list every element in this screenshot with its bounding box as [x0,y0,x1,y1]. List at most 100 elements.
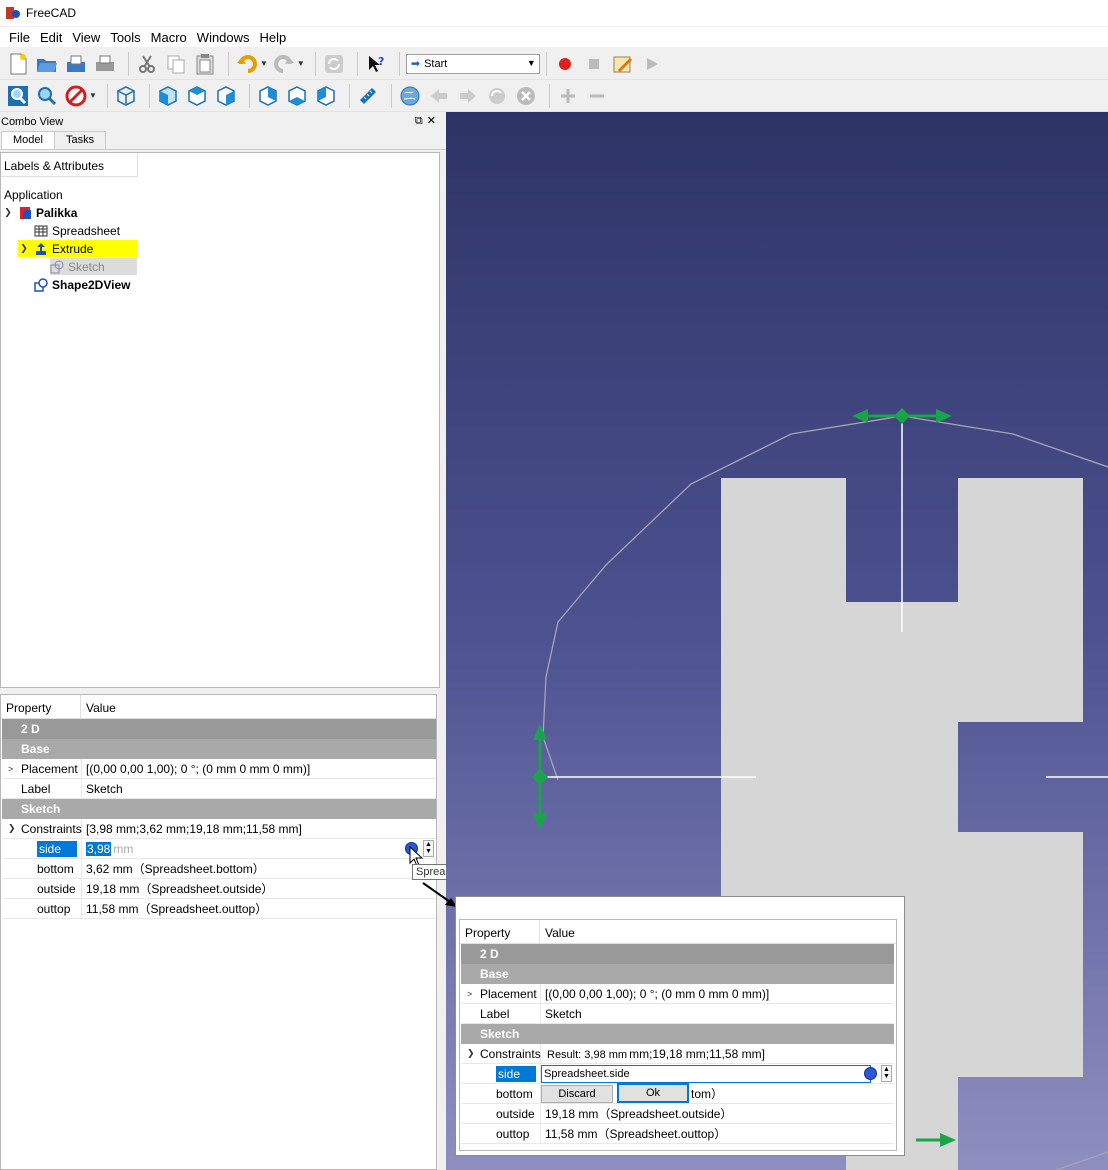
left-manipulator[interactable] [532,724,548,830]
right-view-icon[interactable] [214,84,238,108]
open-folder-icon[interactable] [35,52,59,76]
menu-tools[interactable]: Tools [105,30,145,45]
property-label[interactable]: Label Sketch [2,779,436,799]
left-view-icon[interactable] [314,84,338,108]
collapse-chevron-icon[interactable]: ❯ [8,823,16,834]
tab-tasks[interactable]: Tasks [53,131,107,149]
inset-group-base[interactable]: Base [461,964,894,984]
group-2d[interactable]: 2 D [2,719,436,739]
svg-text:?: ? [378,55,384,68]
refresh-icon[interactable] [322,52,346,76]
inset-column-value: Value [545,926,575,940]
expand-chevron-icon[interactable]: > [8,764,13,774]
undo-icon[interactable] [235,52,259,76]
property-placement[interactable]: > Placement [(0,00 0,00 1,00); 0 °; (0 mm… [2,759,436,779]
group-base[interactable]: Base [2,739,436,759]
tree-root-application[interactable]: Application [4,186,63,203]
zoom-out-icon[interactable] [585,84,609,108]
circle-outline-right [1055,1151,1108,1170]
property-side[interactable]: side 3,98 mm ▲ ▼ [2,839,436,859]
workbench-selector[interactable]: ➡ Start ▼ [405,53,540,74]
undo-dropdown-icon[interactable]: ▼ [260,59,268,68]
isometric-view-icon[interactable] [114,84,138,108]
menu-help[interactable]: Help [255,30,292,45]
outside-name: outside [37,881,76,896]
inset-bottom-name: bottom [496,1086,533,1101]
expand-chevron-icon[interactable]: ❯ [18,243,30,254]
tree-item-shape2dview[interactable]: Shape2DView [34,276,130,293]
rear-view-icon[interactable] [256,84,280,108]
copy-icon[interactable] [164,52,188,76]
menu-view[interactable]: View [67,30,105,45]
shape2dview-icon [34,277,48,292]
web-refresh-icon[interactable] [485,84,509,108]
tab-model[interactable]: Model [1,131,55,149]
menu-windows[interactable]: Windows [192,30,255,45]
menu-macro[interactable]: Macro [146,30,192,45]
expression-input[interactable]: Spreadsheet.side [541,1065,871,1083]
combo-view-title: Combo View [1,115,64,128]
redo-icon[interactable] [272,52,296,76]
inset-property-constraints[interactable]: ❯ Constraints Result: 3,98 mm mm;19,18 mm;… [461,1044,894,1064]
group-sketch[interactable]: Sketch [2,799,436,819]
inset-group-2d[interactable]: 2 D [461,944,894,964]
print-icon[interactable] [93,52,117,76]
fit-selection-icon[interactable] [35,84,59,108]
property-outside[interactable]: outside 19,18 mm（Spreadsheet.outside） [2,879,436,899]
expression-icon[interactable] [864,1067,877,1080]
menu-edit[interactable]: Edit [35,30,67,45]
inset-property-bottom[interactable]: bottom tom） Discard Ok [461,1083,894,1104]
paste-icon[interactable] [193,52,217,76]
spreadsheet-icon [34,224,48,238]
ok-button[interactable]: Ok [617,1083,689,1103]
tree-item-sketch[interactable]: Sketch [50,258,137,275]
tree-item-extrude[interactable]: ❯ Extrude [18,240,137,257]
draw-style-icon[interactable] [64,84,88,108]
web-home-icon[interactable] [398,84,422,108]
edit-macro-icon[interactable] [611,52,635,76]
cut-icon[interactable] [135,52,159,76]
fit-all-icon[interactable] [6,84,30,108]
inset-property-side[interactable]: side Spreadsheet.side ▲ ▼ [461,1064,894,1084]
measure-distance-icon[interactable] [356,84,380,108]
zoom-in-icon[interactable] [556,84,580,108]
top-manipulator[interactable] [852,408,952,424]
property-constraints[interactable]: ❯ Constraints [3,98 mm;3,62 mm;19,18 mm;1… [2,819,436,839]
side-editor[interactable]: 3,98 mm [82,841,133,856]
tree-item-palikka[interactable]: ❯ Palikka [2,204,77,221]
expand-chevron-icon[interactable]: ❯ [2,207,14,218]
whats-this-icon[interactable]: ? [364,52,388,76]
menu-file[interactable]: File [4,30,35,45]
redo-dropdown-icon[interactable]: ▼ [297,59,305,68]
combo-tabs: Model Tasks [0,131,446,150]
inset-property-placement[interactable]: > Placement [(0,00 0,00 1,00); 0 °; (0 mm… [461,984,894,1004]
front-view-icon[interactable] [156,84,180,108]
panel-float-close-icon[interactable]: ⧉✕ [415,114,440,128]
draw-style-dropdown-icon[interactable]: ▼ [89,91,97,100]
spin-box-arrows-icon[interactable]: ▲ ▼ [881,1065,892,1082]
web-back-icon[interactable] [427,84,451,108]
bottom-view-icon[interactable] [285,84,309,108]
inset-property-outtop[interactable]: outtop 11,58 mm（Spreadsheet.outtop） [461,1124,894,1144]
spin-box-arrows-icon[interactable]: ▲ ▼ [423,840,434,857]
tree-item-spreadsheet[interactable]: Spreadsheet [34,222,120,239]
inset-property-label[interactable]: Label Sketch [461,1004,894,1024]
inset-group-sketch[interactable]: Sketch [461,1024,894,1044]
save-icon[interactable] [64,52,88,76]
new-document-icon[interactable] [6,52,30,76]
discard-button[interactable]: Discard [541,1085,613,1103]
stop-macro-icon[interactable] [582,52,606,76]
inset-property-outside[interactable]: outside 19,18 mm（Spreadsheet.outside） [461,1104,894,1124]
web-forward-icon[interactable] [456,84,480,108]
run-macro-icon[interactable] [640,52,664,76]
expand-chevron-icon[interactable]: > [467,989,472,999]
top-view-icon[interactable] [185,84,209,108]
property-bottom[interactable]: bottom 3,62 mm（Spreadsheet.bottom） [2,859,436,879]
record-macro-icon[interactable] [553,52,577,76]
tree-doc-label: Palikka [36,205,78,220]
collapse-chevron-icon[interactable]: ❯ [467,1048,475,1059]
side-value: 3,98 [86,841,112,856]
inset-property-header: Property Value [460,920,896,944]
web-stop-icon[interactable] [514,84,538,108]
property-outtop[interactable]: outtop 11,58 mm（Spreadsheet.outtop） [2,899,436,919]
